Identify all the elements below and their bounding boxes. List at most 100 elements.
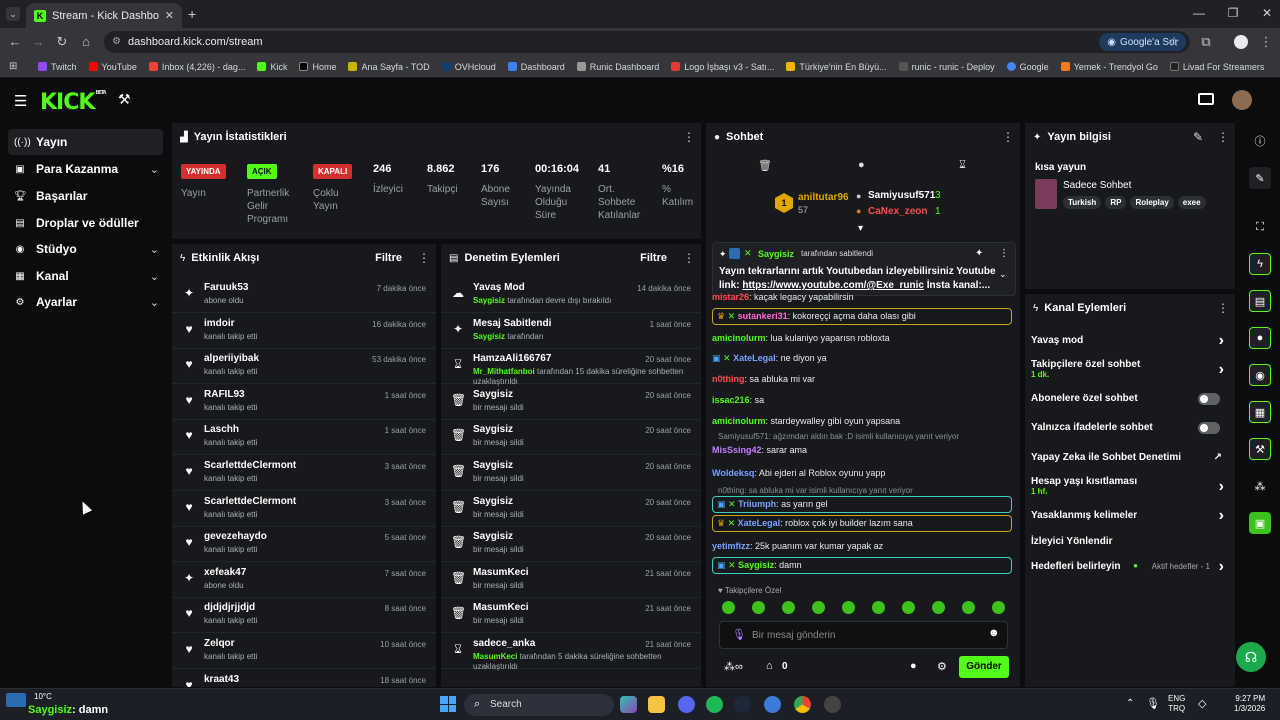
broadcast-screen-icon[interactable] <box>1198 93 1214 105</box>
user-avatar[interactable] <box>1232 90 1252 110</box>
activity-username[interactable]: djdjdjrjjdjd <box>204 602 255 613</box>
sidebar-item-droplar[interactable]: ▤ Droplar ve ödüller <box>8 210 163 236</box>
chat-username[interactable]: yetimfizz <box>712 541 750 551</box>
moderation-row[interactable]: 🗑︎ MasumKeci bir mesajı sildi 21 saat önce <box>441 563 701 598</box>
activity-username[interactable]: Zelqor <box>204 638 235 649</box>
more-options-icon[interactable]: ⋮ <box>683 130 695 144</box>
toggle-switch[interactable] <box>1198 422 1220 434</box>
sidebar-item-studyo[interactable]: ◉ Stüdyo ⌄ <box>8 236 163 262</box>
chat-username[interactable]: amicinolurm <box>712 416 766 426</box>
chat-username[interactable]: amicinolurm <box>712 333 766 343</box>
app-icon[interactable] <box>764 696 781 713</box>
chat-bubble-icon[interactable]: ● <box>1249 327 1271 349</box>
chrome-icon[interactable] <box>794 696 811 713</box>
close-window-icon[interactable]: ✕ <box>1258 6 1276 20</box>
minimize-icon[interactable]: — <box>1190 6 1208 20</box>
apps-grid-icon[interactable]: ⊞ <box>9 61 17 72</box>
chat-username[interactable]: XateLegal <box>733 353 776 363</box>
chat-username[interactable]: n0thing <box>712 374 745 384</box>
activity-row[interactable]: ♥ kraat43 18 saat önce <box>172 670 436 687</box>
emote-icon[interactable] <box>812 601 825 614</box>
activity-row[interactable]: ♥ RAFIL93 kanalı takip etti 1 saat önce <box>172 385 436 420</box>
bookmark-home[interactable]: Home <box>299 62 336 72</box>
chevron-down-icon[interactable]: ⌄ <box>999 269 1007 280</box>
activity-row[interactable]: ♥ imdoir kanalı takip etti 16 dakika önce <box>172 314 436 349</box>
channel-action-item[interactable]: İzleyici Yönlendir <box>1031 536 1228 558</box>
activity-row[interactable]: ♥ gevezehaydo kanalı takip etti 5 saat önce <box>172 527 436 563</box>
chat-username[interactable]: mistar26 <box>712 292 749 302</box>
address-bar[interactable]: ⚙ dashboard.kick.com/stream ◉ Google'a So… <box>104 31 1190 53</box>
activity-username[interactable]: gevezehaydo <box>204 531 267 542</box>
steam-icon[interactable] <box>734 696 751 713</box>
emote-icon[interactable] <box>962 601 975 614</box>
chat-message[interactable]: ♛ ✕ XateLegal: roblox çok iyi builder la… <box>712 515 1012 532</box>
leaderboard-third-name[interactable]: CaNex_zeon <box>868 206 927 217</box>
bolt-icon[interactable]: ϟ <box>1249 253 1271 275</box>
moderation-actor[interactable]: Saygisiz <box>473 332 505 341</box>
emote-icon[interactable] <box>902 601 915 614</box>
sidebar-item-yayin[interactable]: ((·)) Yayın <box>8 129 163 155</box>
chat-message[interactable]: yetimfizz: 25k puanım var kumar yapak az <box>712 541 1012 551</box>
forward-icon[interactable]: → <box>30 34 46 49</box>
sidebar-item-para-kazanma[interactable]: ▣ Para Kazanma ⌄ <box>8 156 163 182</box>
moderation-row[interactable]: ⌛︎ HamzaAli166767 Mr_Mithatfanboi tarafınd… <box>441 349 701 386</box>
channel-action-item[interactable]: Yalnızca ifadelerle sohbet <box>1031 422 1228 444</box>
spotify-icon[interactable] <box>706 696 723 713</box>
game-icon[interactable]: ▣ <box>1249 512 1271 534</box>
bookmark-turkiye[interactable]: Türkiye'nin En Büyü... <box>786 62 887 72</box>
pinned-message[interactable]: ✦ ✕ Saygisiz tarafından sabitlendi ✦ ⋮ ⌄… <box>712 242 1016 296</box>
emote-icon[interactable] <box>992 601 1005 614</box>
new-tab-button[interactable]: + <box>188 6 196 22</box>
chat-message[interactable]: amicinolurm: stardeywalley gibi oyun yap… <box>712 416 1012 426</box>
tag-chip[interactable]: RP <box>1105 196 1127 209</box>
emoji-picker-icon[interactable]: ☻ <box>988 627 1000 639</box>
pinned-by-user[interactable]: Saygisiz <box>758 249 794 259</box>
chat-message[interactable]: MisSsing42: sarar ama <box>712 445 1012 455</box>
filter-button[interactable]: Filtre <box>640 252 667 264</box>
chat-input[interactable]: 🎙︎ Bir mesaj gönderin ☻ <box>719 621 1008 649</box>
bookmark-livad[interactable]: Livad For Streamers <box>1169 62 1264 72</box>
activity-row[interactable]: ✦ Faruuk53 abone oldu 7 dakika önce <box>172 278 436 313</box>
channel-action-item[interactable]: Hedefleri belirleyin › Aktif hedefler - 1 ● <box>1031 558 1228 583</box>
hourglass-icon[interactable]: ⌛︎ <box>959 159 966 172</box>
bookmark-runic-deploy[interactable]: runic - runic - Deploy <box>898 62 995 72</box>
moderation-row[interactable]: ✦ Mesaj Sabitlendi Saygisiz tarafından 1 sa… <box>441 314 701 349</box>
chat-username[interactable]: issac216 <box>712 395 750 405</box>
activity-username[interactable]: Faruuk53 <box>204 282 248 293</box>
site-info-icon[interactable]: ⚙ <box>112 36 121 47</box>
chat-username[interactable]: Saygisiz <box>738 560 774 570</box>
network-icon[interactable]: ◇ <box>1198 697 1206 710</box>
activity-row[interactable]: ✦ xefeak47 abone oldu 7 saat önce <box>172 563 436 598</box>
more-options-icon[interactable]: ⋮ <box>683 251 695 265</box>
notification-avatar-icon[interactable] <box>6 693 26 707</box>
chat-username[interactable]: Woldeksq <box>712 468 754 478</box>
emote-icon[interactable] <box>932 601 945 614</box>
sidebar-item-basarilar[interactable]: 🏆︎ Başarılar <box>8 183 163 209</box>
moderation-row[interactable]: 🗑︎ Saygisiz bir mesajı sildi 20 saat önce <box>441 456 701 491</box>
apps-icon[interactable]: ⁂ <box>1249 475 1271 497</box>
edit-icon[interactable]: ✎ <box>1249 167 1271 189</box>
chat-username[interactable]: sutankeri31 <box>738 311 788 321</box>
channel-action-item[interactable]: Yavaş mod › <box>1031 332 1228 357</box>
taskbar-search-box[interactable]: ⌕ Search <box>464 694 614 716</box>
bookmark-runic[interactable]: Runic Dashboard <box>576 62 659 72</box>
chat-message[interactable]: ▣ ✕ XateLegal: ne diyon ya <box>712 353 1012 364</box>
activity-row[interactable]: ♥ Laschh kanalı takip etti 1 saat önce <box>172 420 436 456</box>
activity-username[interactable]: kraat43 <box>204 674 239 685</box>
back-icon[interactable]: ← <box>7 34 23 49</box>
file-explorer-icon[interactable] <box>648 696 665 713</box>
chat-message[interactable]: ▣ ✕ Saygisiz: damn <box>712 557 1012 574</box>
bookmark-trendyol[interactable]: Yemek - Trendyol Go <box>1060 62 1158 72</box>
moderation-actor[interactable]: Mr_Mithatfanboi <box>473 367 535 376</box>
more-options-icon[interactable]: ⋮ <box>418 251 430 265</box>
moderation-row[interactable]: 🗑︎ Saygisiz bir mesajı sildi 20 saat önce <box>441 385 701 420</box>
chat-reply-context[interactable]: Samiyusuf571: ağzımdan aldın bak :D isim… <box>718 432 1008 441</box>
obs-icon[interactable] <box>824 696 841 713</box>
discord-icon[interactable] <box>678 696 695 713</box>
close-tab-icon[interactable]: ✕ <box>165 9 174 22</box>
moderation-actor[interactable]: Saygisiz <box>473 296 505 305</box>
emote-icon[interactable] <box>722 601 735 614</box>
pinned-link[interactable]: https://www.youtube.com/@Exe_runic <box>742 280 924 291</box>
send-button[interactable]: Gönder <box>959 656 1009 678</box>
bookmark-inbox[interactable]: Inbox (4,226) - dag... <box>148 62 245 72</box>
